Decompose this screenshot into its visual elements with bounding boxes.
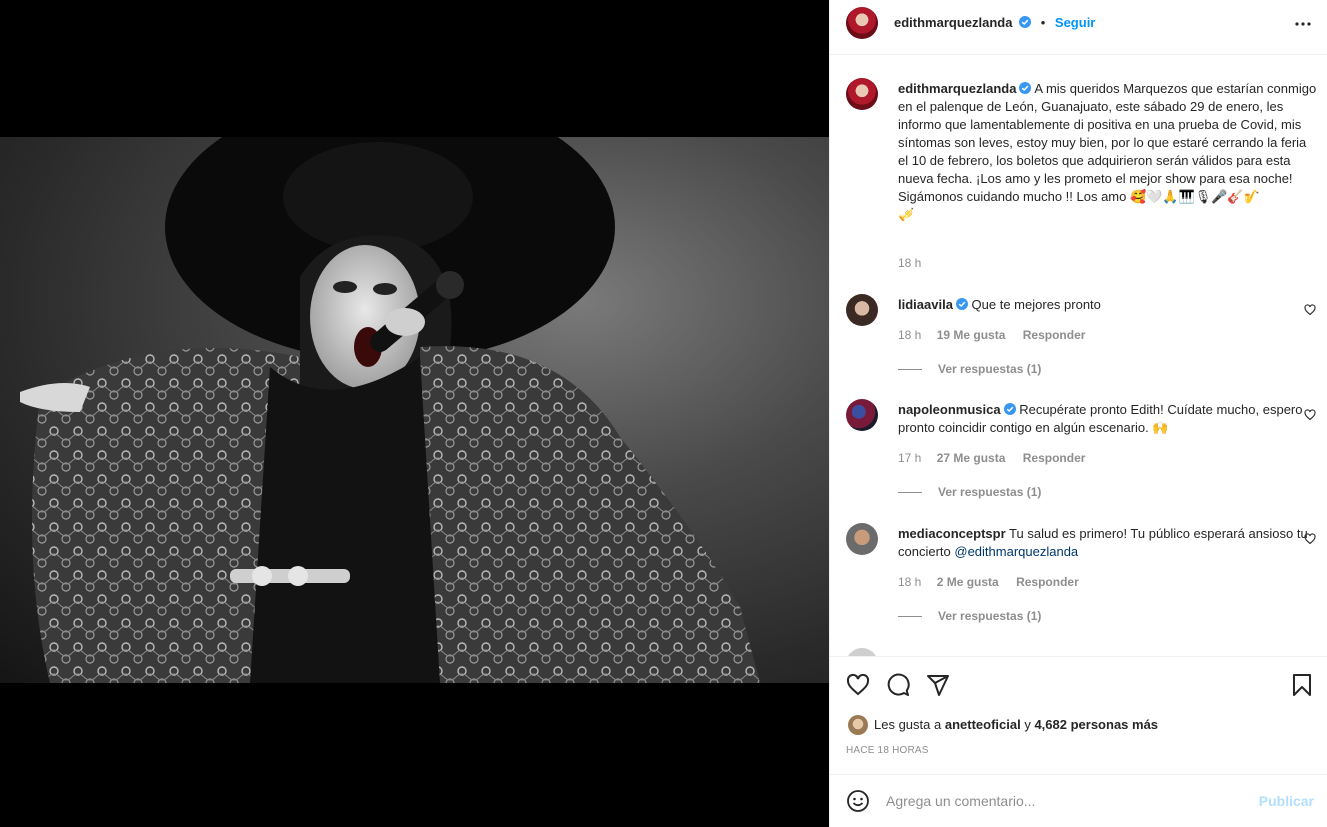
more-options-icon[interactable] (1294, 15, 1312, 33)
comment-meta: 18 h 2 Me gusta Responder (898, 575, 1079, 589)
follow-button[interactable]: Seguir (1055, 15, 1095, 30)
caption-text-line3: 🎺 (898, 207, 915, 222)
view-replies-label: Ver respuestas (1) (938, 362, 1042, 376)
reply-button[interactable]: Responder (1023, 451, 1086, 465)
owner-username[interactable]: edithmarquezlanda (894, 15, 1012, 30)
verified-badge-icon (1019, 16, 1032, 28)
separator-dot: • (1040, 15, 1046, 30)
view-replies-label: Ver respuestas (1) (938, 609, 1042, 623)
commenter-avatar[interactable] (846, 399, 878, 431)
view-replies-button[interactable]: Ver respuestas (1) (898, 609, 1041, 623)
replies-divider (898, 369, 922, 371)
save-icon[interactable] (1290, 673, 1314, 697)
caption-avatar[interactable] (846, 78, 878, 110)
comment-meta: 17 h 27 Me gusta Responder (898, 451, 1085, 465)
view-replies-button[interactable]: Ver respuestas (1) (898, 485, 1041, 499)
post-actions: Les gusta a anetteoficial y 4,682 person… (830, 656, 1327, 774)
comment-like-heart-icon[interactable] (1304, 304, 1316, 316)
liker-username[interactable]: anetteoficial (945, 717, 1021, 732)
comment-likes[interactable]: 19 Me gusta (937, 328, 1006, 342)
emoji-icon[interactable] (846, 789, 870, 813)
share-icon[interactable] (926, 673, 950, 697)
heart-icon[interactable] (846, 673, 870, 697)
replies-divider (898, 492, 922, 494)
comment-text: Que te mejores pronto (971, 297, 1101, 312)
comment-mention-link[interactable]: @edithmarquezlanda (954, 544, 1078, 559)
likes-summary: Les gusta a anetteoficial y 4,682 person… (874, 717, 1158, 732)
caption-meta: 18 h (898, 256, 933, 270)
likes-joiner: y (1024, 717, 1031, 732)
comment-username[interactable]: mediaconceptspr (898, 526, 1006, 541)
post-photo[interactable] (0, 137, 829, 683)
caption-text: A mis queridos Marquezos que estarían co… (898, 81, 1317, 186)
commenter-avatar[interactable] (846, 523, 878, 555)
verified-badge-icon (1003, 403, 1016, 415)
add-comment-bar: Publicar (830, 774, 1327, 827)
comment-input[interactable] (886, 791, 1246, 811)
comment-likes[interactable]: 27 Me gusta (937, 451, 1006, 465)
comment-time[interactable]: 17 h (898, 451, 921, 465)
post-side-panel: edithmarquezlanda • Seguir edithmarquezl… (829, 0, 1327, 827)
liker-avatar[interactable] (848, 715, 868, 735)
view-replies-label: Ver respuestas (1) (938, 485, 1042, 499)
verified-badge-icon (955, 298, 968, 310)
reply-button[interactable]: Responder (1023, 328, 1086, 342)
comment-meta: 18 h 19 Me gusta Responder (898, 328, 1085, 342)
comment-username[interactable]: napoleonmusica (898, 402, 1001, 417)
comment-icon[interactable] (886, 673, 910, 697)
comments-list[interactable]: edithmarquezlanda A mis queridos Marquez… (830, 56, 1327, 656)
comment-time[interactable]: 18 h (898, 575, 921, 589)
publish-button[interactable]: Publicar (1259, 793, 1314, 809)
verified-badge-icon (1019, 82, 1032, 94)
comment-time[interactable]: 18 h (898, 328, 921, 342)
commenter-avatar[interactable] (846, 648, 878, 656)
replies-divider (898, 616, 922, 618)
post-timestamp[interactable]: HACE 18 HORAS (846, 745, 929, 756)
reply-button[interactable]: Responder (1016, 575, 1079, 589)
comment-like-heart-icon[interactable] (1304, 533, 1316, 545)
commenter-avatar[interactable] (846, 294, 878, 326)
comment-username[interactable]: lidiaavila (898, 297, 953, 312)
comment-like-heart-icon[interactable] (1304, 409, 1316, 421)
caption-username[interactable]: edithmarquezlanda (898, 81, 1016, 96)
singer-photo-illustration (20, 137, 760, 683)
post-media (0, 0, 829, 827)
likes-count[interactable]: 4,682 personas más (1034, 717, 1158, 732)
owner-avatar[interactable] (846, 7, 878, 39)
comment-likes[interactable]: 2 Me gusta (937, 575, 999, 589)
likes-prefix: Les gusta a (874, 717, 942, 732)
caption-time[interactable]: 18 h (898, 256, 921, 270)
caption-text-line2: Sigámonos cuidando mucho !! Los amo 🥰🤍🙏🎹… (898, 189, 1260, 204)
view-replies-button[interactable]: Ver respuestas (1) (898, 362, 1041, 376)
post-header: edithmarquezlanda • Seguir (830, 0, 1327, 55)
